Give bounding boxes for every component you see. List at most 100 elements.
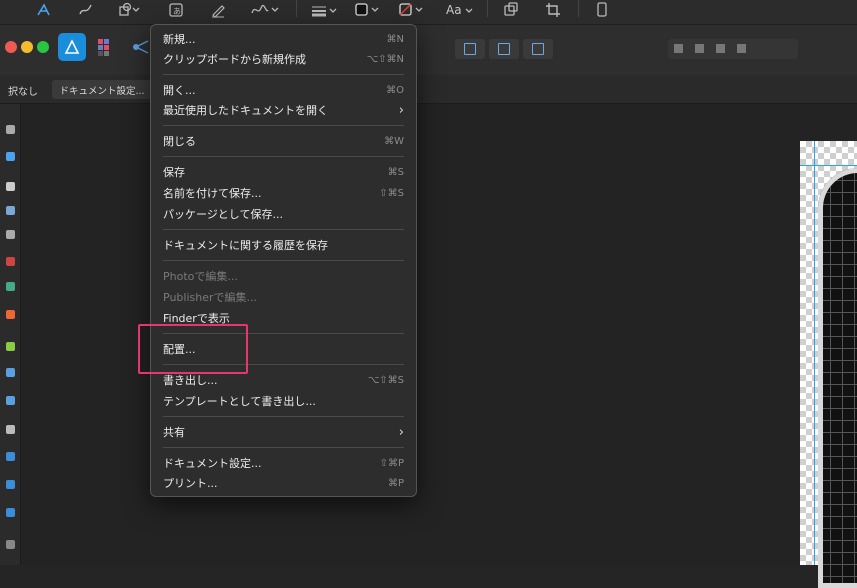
add-icon[interactable] [674, 44, 683, 53]
menu-item-export-as-template[interactable]: テンプレートとして書き出し... [163, 391, 404, 411]
export-persona-icon[interactable] [132, 37, 152, 57]
snapping-icon[interactable] [503, 0, 519, 20]
text-frame-icon[interactable]: あ [168, 0, 184, 20]
arrange-front-icon [464, 43, 476, 55]
font-icon[interactable]: Aa [446, 0, 476, 20]
pencil-icon[interactable] [78, 0, 94, 20]
menu-item-close[interactable]: 閉じる ⌘W [163, 131, 404, 151]
menu-item-label: Photoで編集... [163, 270, 238, 283]
minimize-window-button[interactable] [21, 41, 33, 53]
brush-icon[interactable] [210, 0, 226, 20]
menu-item-label: ドキュメントに関する履歴を保存 [163, 239, 328, 252]
boolean-operations-group [668, 39, 798, 59]
arrange-back-button[interactable] [523, 39, 553, 59]
artistic-text-icon[interactable] [6, 508, 15, 517]
designer-persona-icon[interactable] [58, 33, 86, 61]
arrange-forward-button[interactable] [489, 39, 519, 59]
menu-item-open[interactable]: 開く... ⌘O [163, 80, 404, 100]
menu-item-save-as-package[interactable]: パッケージとして保存... [163, 204, 404, 224]
crop-icon[interactable] [545, 0, 561, 20]
close-window-button[interactable] [5, 41, 17, 53]
menu-separator [163, 416, 404, 417]
affinity-pen-icon[interactable] [36, 0, 52, 20]
selection-label: 択なし [8, 87, 38, 98]
menu-item-shortcut: ⇧⌘P [379, 457, 404, 469]
text-tool-icon[interactable] [6, 425, 15, 434]
menu-item-label: 最近使用したドキュメントを開く [163, 104, 328, 117]
color-picker-icon[interactable] [6, 310, 15, 319]
document-settings-button[interactable]: ドキュメント設定... [52, 80, 152, 99]
guide-line [814, 141, 815, 565]
zoom-tool-icon[interactable] [6, 540, 15, 549]
brush-tool-icon[interactable] [6, 230, 15, 239]
menu-item-label: ドキュメント設定... [163, 457, 262, 470]
stroke-width-icon[interactable] [310, 0, 340, 20]
arrange-front-button[interactable] [455, 39, 485, 59]
menu-item-label: クリップボードから新規作成 [163, 53, 306, 66]
menu-item-shortcut: ⌥⇧⌘S [367, 374, 404, 386]
submenu-chevron-icon: › [398, 424, 404, 440]
menu-item-label: 書き出し... [163, 374, 218, 387]
menu-item-shortcut: ⌘S [387, 166, 404, 178]
pencil-tool-icon[interactable] [6, 206, 15, 215]
move-tool-icon[interactable] [6, 125, 15, 134]
frame-text-icon[interactable] [6, 480, 15, 489]
rectangle-tool-icon[interactable] [6, 396, 15, 405]
intersect-icon[interactable] [716, 44, 725, 53]
guide-line [800, 165, 857, 166]
menu-item-shortcut: ⌘W [384, 135, 404, 147]
menu-item-save-as[interactable]: 名前を付けて保存... ⇧⌘S [163, 183, 404, 203]
zoom-window-button[interactable] [37, 41, 49, 53]
menu-separator [163, 260, 404, 261]
subtract-icon[interactable] [695, 44, 704, 53]
mobile-icon[interactable] [596, 0, 608, 20]
menu-item-shortcut: ⌘O [386, 84, 404, 96]
menu-separator [163, 74, 404, 75]
menu-item-edit-in-photo: Photoで編集... [163, 266, 404, 286]
shapes-icon[interactable] [118, 0, 142, 20]
node-tool-icon[interactable] [6, 152, 15, 161]
menu-item-label: プリント... [163, 477, 218, 490]
arrange-forward-icon [498, 43, 510, 55]
menu-item-new[interactable]: 新規... ⌘N [163, 29, 404, 49]
stroke-color-icon[interactable] [398, 0, 428, 20]
vector-brush-icon[interactable] [6, 342, 15, 351]
menu-item-label: 名前を付けて保存... [163, 187, 262, 200]
menu-item-label: 共有 [163, 426, 185, 439]
selected-shape[interactable] [818, 168, 857, 588]
menu-separator [163, 447, 404, 448]
fill-tool-icon[interactable] [6, 257, 15, 266]
menu-item-shortcut: ⌥⇧⌘N [366, 53, 404, 65]
pen-tool-icon[interactable] [6, 182, 15, 191]
menu-item-open-recent[interactable]: 最近使用したドキュメントを開く › [163, 100, 404, 120]
font-label: Aa [446, 3, 462, 17]
menu-item-label: 閉じる [163, 135, 196, 148]
fill-color-icon[interactable] [354, 0, 384, 20]
menu-separator [163, 229, 404, 230]
menu-item-label: 保存 [163, 166, 185, 179]
divide-icon[interactable] [737, 44, 746, 53]
menu-item-label: パッケージとして保存... [163, 208, 283, 221]
arrange-back-icon [532, 43, 544, 55]
menu-separator [163, 156, 404, 157]
menu-item-shortcut: ⇧⌘S [379, 187, 404, 199]
menu-item-save-history[interactable]: ドキュメントに関する履歴を保存 [163, 235, 404, 255]
signature-icon[interactable] [250, 0, 280, 20]
menu-item-new-from-clipboard[interactable]: クリップボードから新規作成 ⌥⇧⌘N [163, 49, 404, 69]
toolbar-divider [578, 0, 579, 17]
ellipse-tool-icon[interactable] [6, 452, 15, 461]
menu-item-label: Publisherで編集... [163, 291, 257, 304]
toolbar-divider [487, 0, 488, 17]
menu-item-label: テンプレートとして書き出し... [163, 395, 316, 408]
pixel-persona-icon[interactable] [96, 37, 116, 57]
menu-item-document-setup[interactable]: ドキュメント設定... ⇧⌘P [163, 453, 404, 473]
menu-item-save[interactable]: 保存 ⌘S [163, 162, 404, 182]
menu-item-label: 開く... [163, 84, 196, 97]
shape-tool-icon[interactable] [6, 368, 15, 377]
tools-panel [0, 104, 21, 565]
transparency-tool-icon[interactable] [6, 282, 15, 291]
menu-item-share[interactable]: 共有 › [163, 422, 404, 442]
highlight-box [138, 324, 248, 374]
menu-item-print[interactable]: プリント... ⌘P [163, 473, 404, 493]
menu-item-shortcut: ⌘P [387, 477, 404, 489]
